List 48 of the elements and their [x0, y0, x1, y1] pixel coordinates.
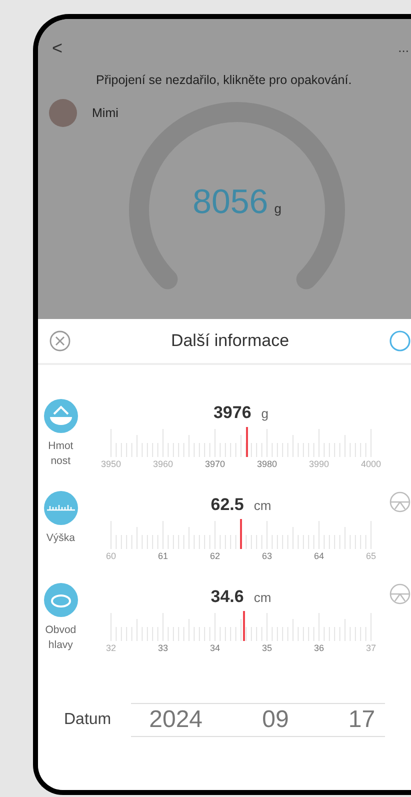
profile-name: Mimi	[92, 106, 118, 120]
confirm-icon	[389, 330, 411, 352]
loop-icon	[44, 583, 78, 617]
date-picker[interactable]: 2024 09 17	[131, 703, 386, 737]
measurement-label: Obvod hlavy	[44, 623, 78, 653]
close-icon	[49, 330, 71, 352]
tick-label: 35	[260, 643, 273, 653]
weight-unit: g	[274, 201, 282, 216]
ruler-icon	[44, 491, 78, 525]
measurement-unit: cm	[254, 590, 272, 605]
sheet-title: Další informace	[170, 331, 290, 351]
tick-label: 63	[260, 551, 273, 561]
tick-label: 3950	[100, 459, 121, 469]
measurement-label: Výška	[45, 531, 76, 546]
weight-value: 8056	[192, 183, 268, 222]
measurement-label: Hmot nost	[47, 439, 74, 469]
year-value[interactable]: 2024	[149, 706, 203, 734]
tick-label: 65	[364, 551, 377, 561]
tick-label: 34	[208, 643, 221, 653]
tick-label: 3960	[152, 459, 173, 469]
measurement-unit: g	[261, 406, 269, 421]
tick-label: 4000	[360, 459, 381, 469]
ruler-scale[interactable]: 3950 3960 3970 3980 3990 4000	[100, 427, 381, 469]
tick-label: 36	[312, 643, 325, 653]
dial-icon	[388, 583, 411, 605]
tick-label: 60	[104, 551, 117, 561]
avatar	[49, 99, 77, 127]
measurement-unit: cm	[254, 498, 272, 513]
tick-label: 37	[364, 643, 377, 653]
measurement-value: 34.6	[210, 587, 244, 607]
tick-label: 32	[104, 643, 117, 653]
day-value[interactable]: 17	[348, 706, 376, 734]
more-button[interactable]: ...	[398, 37, 409, 59]
dial-icon	[388, 491, 411, 513]
tick-label: 3990	[308, 459, 329, 469]
tick-label: 3970	[204, 459, 225, 469]
back-button[interactable]: <	[52, 37, 63, 59]
month-value[interactable]: 09	[262, 706, 289, 734]
tick-label: 64	[312, 551, 325, 561]
tick-label: 3980	[256, 459, 277, 469]
measurement-value: 62.5	[210, 495, 244, 515]
tick-label: 62	[208, 551, 221, 561]
connection-message[interactable]: Připojení se nezdařilo, klikněte pro opakování.	[96, 73, 411, 87]
measurement-value: 3976	[213, 403, 252, 423]
date-label: Datum	[64, 711, 112, 729]
tick-label: 61	[156, 551, 169, 561]
scale-icon	[44, 399, 78, 433]
tick-label: 33	[156, 643, 169, 653]
